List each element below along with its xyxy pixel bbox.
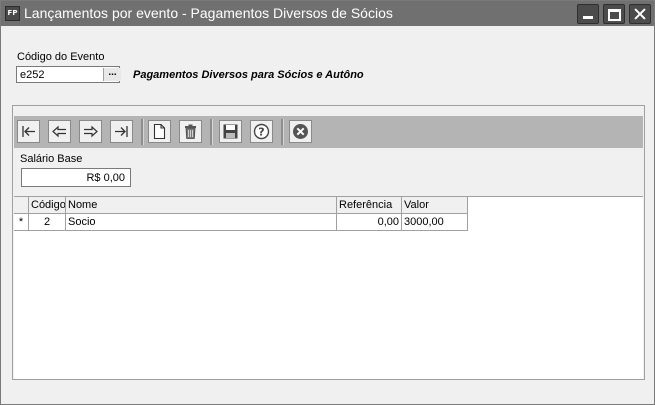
- cell-codigo[interactable]: 2: [29, 214, 66, 231]
- svg-text:?: ?: [258, 126, 264, 139]
- app-window: FP Lançamentos por evento - Pagamentos D…: [0, 0, 655, 405]
- grid-header-valor[interactable]: Valor: [402, 197, 468, 214]
- cell-nome[interactable]: Socio: [66, 214, 337, 231]
- cell-referencia[interactable]: 0,00: [337, 214, 402, 231]
- toolbar: ?: [14, 116, 643, 148]
- salario-base-label: Salário Base: [20, 153, 83, 165]
- salario-base-value: R$ 0,00: [86, 172, 125, 184]
- next-record-icon: [84, 125, 98, 138]
- delete-trash-icon: [185, 124, 196, 139]
- first-record-button[interactable]: [17, 120, 40, 143]
- cancel-button[interactable]: [289, 120, 312, 143]
- previous-record-icon: [52, 125, 66, 138]
- grid-header-nome[interactable]: Nome: [66, 197, 337, 214]
- new-document-icon: [153, 123, 166, 140]
- last-record-icon: [115, 126, 128, 137]
- close-button[interactable]: [629, 4, 651, 24]
- launch-grid[interactable]: Código Nome Referência Valor * 2 Socio 0…: [14, 196, 643, 379]
- minimize-button[interactable]: [577, 4, 599, 24]
- title-bar[interactable]: FP Lançamentos por evento - Pagamentos D…: [1, 1, 654, 26]
- window-title: Lançamentos por evento - Pagamentos Dive…: [24, 5, 393, 21]
- first-record-icon: [22, 126, 35, 137]
- toolbar-separator: [141, 119, 144, 145]
- toolbar-separator: [210, 119, 213, 145]
- grid-header-indicator: [14, 197, 29, 214]
- grid-header-codigo[interactable]: Código: [29, 197, 66, 214]
- event-description: Pagamentos Diversos para Sócios e Autôno: [133, 69, 364, 81]
- help-icon: ?: [253, 123, 270, 140]
- toolbar-separator: [281, 119, 284, 145]
- codigo-evento-value: e252: [20, 69, 45, 81]
- codigo-evento-label: Código do Evento: [17, 51, 105, 63]
- launch-panel: ? Salário Base R$ 0,00 Código Nome Refer…: [12, 105, 645, 380]
- lookup-button[interactable]: ...: [103, 68, 121, 81]
- maximize-button[interactable]: [603, 4, 625, 24]
- previous-record-button[interactable]: [48, 120, 71, 143]
- salario-base-input[interactable]: R$ 0,00: [21, 168, 131, 187]
- codigo-evento-input[interactable]: e252 ...: [16, 66, 121, 83]
- new-record-button[interactable]: [148, 120, 171, 143]
- row-indicator[interactable]: *: [14, 214, 29, 231]
- last-record-button[interactable]: [110, 120, 133, 143]
- cancel-icon: [293, 124, 308, 139]
- cell-valor[interactable]: 3000,00: [402, 214, 468, 231]
- app-icon: FP: [5, 6, 20, 21]
- next-record-button[interactable]: [79, 120, 102, 143]
- save-floppy-icon: [223, 124, 238, 139]
- help-button[interactable]: ?: [250, 120, 273, 143]
- delete-record-button[interactable]: [179, 120, 202, 143]
- grid-header-referencia[interactable]: Referência: [337, 197, 402, 214]
- save-button[interactable]: [219, 120, 242, 143]
